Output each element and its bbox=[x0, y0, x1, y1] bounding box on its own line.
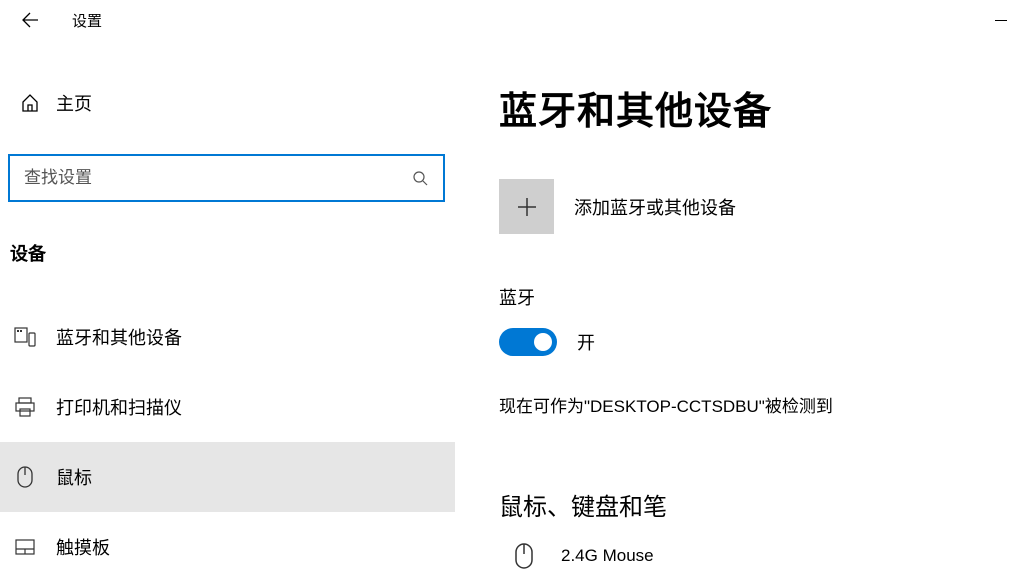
toggle-knob bbox=[534, 333, 552, 351]
device-name: 2.4G Mouse bbox=[561, 546, 654, 566]
toggle-state: 开 bbox=[577, 329, 595, 355]
search-input[interactable] bbox=[24, 168, 411, 188]
page-title: 蓝牙和其他设备 bbox=[499, 80, 1021, 135]
nav-list: 蓝牙和其他设备 打印机和扫描仪 bbox=[0, 302, 455, 582]
titlebar: 设置 bbox=[0, 0, 1021, 40]
add-device-label: 添加蓝牙或其他设备 bbox=[574, 194, 736, 220]
printer-icon bbox=[10, 397, 40, 417]
home-button[interactable]: 主页 bbox=[0, 80, 455, 126]
device-item[interactable]: 2.4G Mouse bbox=[499, 542, 1021, 570]
sidebar-item-label: 蓝牙和其他设备 bbox=[56, 324, 182, 350]
discoverable-text: 现在可作为"DESKTOP-CCTSDBU"被检测到 bbox=[499, 392, 1021, 417]
add-device-button[interactable]: 添加蓝牙或其他设备 bbox=[499, 179, 1021, 234]
category-header: 设备 bbox=[0, 240, 455, 266]
window-title: 设置 bbox=[72, 10, 102, 31]
devices-icon bbox=[10, 327, 40, 347]
mouse-icon bbox=[509, 542, 539, 570]
bluetooth-toggle[interactable] bbox=[499, 328, 557, 356]
sidebar-item-bluetooth[interactable]: 蓝牙和其他设备 bbox=[0, 302, 455, 372]
mouse-icon bbox=[10, 465, 40, 489]
back-arrow-icon bbox=[21, 11, 39, 29]
sidebar: 主页 设备 bbox=[0, 40, 455, 582]
minimize-button[interactable] bbox=[991, 10, 1011, 30]
sidebar-item-label: 鼠标 bbox=[56, 464, 92, 490]
search-icon bbox=[411, 169, 429, 187]
search-box[interactable] bbox=[8, 154, 445, 202]
sidebar-item-mouse[interactable]: 鼠标 bbox=[0, 442, 455, 512]
plus-icon bbox=[499, 179, 554, 234]
sidebar-item-label: 触摸板 bbox=[56, 534, 110, 560]
section-title: 鼠标、键盘和笔 bbox=[499, 487, 1021, 522]
content: 蓝牙和其他设备 添加蓝牙或其他设备 蓝牙 开 现在可作为"DESKTOP-CCT… bbox=[455, 40, 1021, 582]
sidebar-item-touchpad[interactable]: 触摸板 bbox=[0, 512, 455, 582]
home-icon bbox=[14, 93, 46, 113]
home-label: 主页 bbox=[56, 90, 92, 116]
sidebar-item-label: 打印机和扫描仪 bbox=[56, 394, 182, 420]
back-button[interactable] bbox=[14, 4, 46, 36]
sidebar-item-printers[interactable]: 打印机和扫描仪 bbox=[0, 372, 455, 442]
bluetooth-label: 蓝牙 bbox=[499, 284, 1021, 310]
touchpad-icon bbox=[10, 538, 40, 556]
